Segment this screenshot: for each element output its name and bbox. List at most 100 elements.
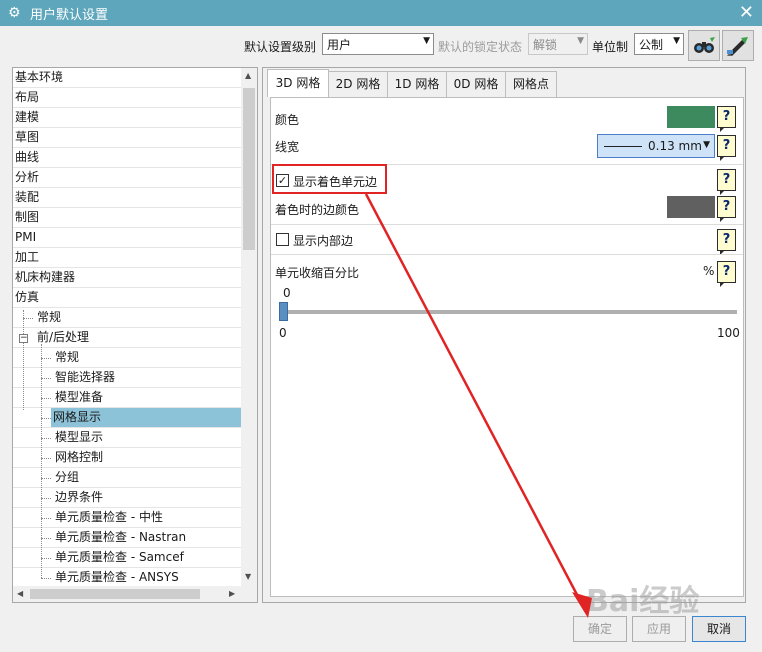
pen-manage-icon [727, 36, 748, 56]
shrink-current-value: 0 [283, 286, 291, 300]
tab-3d-mesh[interactable]: 3D 网格 [267, 69, 329, 97]
help-icon[interactable]: ? [717, 261, 736, 287]
tree-connector-line [23, 310, 24, 410]
chevron-down-icon: ▼ [423, 36, 430, 46]
lock-select[interactable]: 解锁 ▼ [528, 33, 588, 55]
tree-item-label: 建模 [15, 110, 40, 124]
unit-select[interactable]: 公制 ▼ [634, 33, 684, 55]
color-swatch[interactable] [667, 106, 715, 128]
scroll-left-icon[interactable]: ◀ [17, 589, 23, 598]
tree-item[interactable]: 机床构建器 [13, 268, 243, 288]
line-sample [604, 146, 642, 147]
level-select[interactable]: 用户 ▼ [322, 33, 434, 55]
tree-connector-line [41, 478, 51, 479]
tab-0d-mesh[interactable]: 0D 网格 [446, 71, 506, 97]
scroll-thumb[interactable] [30, 589, 200, 599]
tree-item-label: 单元质量检查 - ANSYS [55, 570, 179, 584]
tree-item[interactable]: 曲线 [13, 148, 243, 168]
tree-item-label: 曲线 [15, 150, 40, 164]
shaded-edge-color-label: 着色时的边颜色 [275, 203, 360, 217]
tree-item[interactable]: 布局 [13, 88, 243, 108]
scroll-up-icon[interactable]: ▲ [245, 71, 251, 80]
settings-panel: 3D 网格 2D 网格 1D 网格 0D 网格 网格点 颜色 ? 线宽 0.13… [262, 67, 746, 603]
tree-item-label: 模型准备 [55, 390, 104, 404]
tree-item-label: 智能选择器 [55, 370, 116, 384]
tab-mesh-point[interactable]: 网格点 [505, 71, 557, 97]
tree-item-label: 常规 [37, 310, 62, 324]
tree-item[interactable]: 装配 [13, 188, 243, 208]
shrink-unit: % [703, 264, 715, 278]
tree-item-label: 前/后处理 [37, 330, 90, 344]
tree-connector-line [41, 558, 51, 559]
shrink-max: 100 [717, 326, 740, 340]
find-default-button[interactable] [688, 30, 720, 61]
tree-item-label: 网格控制 [55, 450, 104, 464]
tree-item-label: 机床构建器 [15, 270, 76, 284]
scroll-down-icon[interactable]: ▼ [245, 572, 251, 581]
tree-item[interactable]: 常规 [13, 308, 243, 328]
tree-item-label: 基本环境 [15, 70, 64, 84]
scroll-thumb[interactable] [243, 88, 255, 250]
tree-item-label: 仿真 [15, 290, 40, 304]
tree-connector-line [41, 398, 51, 399]
tree-connector-line [41, 578, 51, 579]
linewidth-select[interactable]: 0.13 mm ▼ [597, 134, 715, 158]
tree-item-label: 草图 [15, 130, 40, 144]
tree-connector-line [41, 418, 51, 419]
cancel-button[interactable]: 取消 [692, 616, 746, 642]
unit-label: 单位制 [592, 40, 629, 54]
tree-item-label: 单元质量检查 - Samcef [55, 550, 184, 564]
tree-connector-line [23, 318, 33, 319]
gear-icon: ⚙ [8, 5, 21, 21]
tree-item-label: 布局 [15, 90, 40, 104]
tree-item[interactable]: 基本环境 [13, 68, 243, 88]
tree-connector-line [41, 538, 51, 539]
tab-1d-mesh[interactable]: 1D 网格 [387, 71, 447, 97]
shrink-label: 单元收缩百分比 [275, 266, 360, 280]
lock-value: 解锁 [533, 38, 558, 52]
help-icon[interactable]: ? [717, 135, 736, 161]
tree-item-label: 网格显示 [51, 408, 251, 427]
tree-item-label: 边界条件 [55, 490, 104, 504]
manage-defaults-button[interactable] [722, 30, 754, 61]
tree-item[interactable]: 制图 [13, 208, 243, 228]
tree-item-label: 分组 [55, 470, 80, 484]
tree-item[interactable]: 分析 [13, 168, 243, 188]
chevron-down-icon: ▼ [577, 36, 584, 46]
collapse-icon[interactable]: − [19, 334, 28, 343]
chevron-down-icon: ▼ [703, 140, 710, 150]
binoculars-icon [694, 36, 715, 53]
show-inner-edges-checkbox[interactable] [276, 233, 289, 246]
divider [271, 254, 743, 255]
tab-2d-mesh[interactable]: 2D 网格 [328, 71, 388, 97]
tree-connector-line [41, 378, 51, 379]
scroll-right-icon[interactable]: ▶ [229, 589, 235, 598]
tree-vertical-scrollbar[interactable]: ▲ ▼ [241, 68, 257, 586]
help-icon[interactable]: ? [717, 169, 736, 195]
tree-item-label: 制图 [15, 210, 40, 224]
shrink-slider-handle[interactable] [279, 302, 288, 321]
help-icon[interactable]: ? [717, 196, 736, 222]
tree-item[interactable]: 前/后处理 [13, 328, 243, 348]
tree-item-label: 模型显示 [55, 430, 104, 444]
tree-item[interactable]: PMI [13, 228, 243, 248]
shrink-slider-track[interactable] [283, 310, 737, 314]
help-icon[interactable]: ? [717, 106, 736, 132]
tree-item[interactable]: 建模 [13, 108, 243, 128]
tree-item-label: PMI [15, 230, 37, 244]
close-icon[interactable]: ✕ [739, 2, 754, 23]
tree-item[interactable]: 草图 [13, 128, 243, 148]
edge-color-swatch[interactable] [667, 196, 715, 218]
level-label: 默认设置级别 [244, 40, 317, 54]
tree-item-label: 装配 [15, 190, 40, 204]
color-label: 颜色 [275, 113, 300, 127]
unit-value: 公制 [639, 38, 664, 52]
lock-label: 默认的锁定状态 [438, 40, 523, 54]
tree-horizontal-scrollbar[interactable]: ◀ ▶ [13, 586, 257, 602]
tree-connector-line [41, 458, 51, 459]
tree-item[interactable]: 仿真 [13, 288, 243, 308]
tree-item[interactable]: 加工 [13, 248, 243, 268]
annotation-highlight-box [272, 164, 387, 194]
help-icon[interactable]: ? [717, 229, 736, 255]
linewidth-value: 0.13 mm [648, 139, 702, 153]
